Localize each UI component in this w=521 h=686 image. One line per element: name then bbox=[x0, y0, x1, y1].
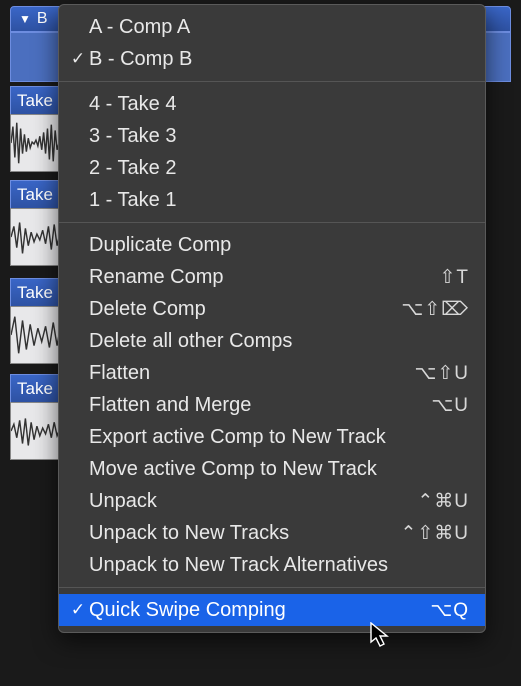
menu-item-label: Flatten bbox=[89, 362, 414, 385]
menu-item-comp-a[interactable]: A - Comp A bbox=[59, 11, 485, 43]
menu-item-unpack[interactable]: Unpack ⌃⌘U bbox=[59, 485, 485, 517]
take-region[interactable]: Take bbox=[10, 180, 60, 266]
menu-item-label: 3 - Take 3 bbox=[89, 125, 469, 148]
menu-item-take-4[interactable]: 4 - Take 4 bbox=[59, 88, 485, 120]
menu-item-label: Unpack to New Tracks bbox=[89, 522, 400, 545]
menu-item-comp-b[interactable]: ✓ B - Comp B bbox=[59, 43, 485, 75]
menu-item-delete-comp[interactable]: Delete Comp ⌥⇧⌦ bbox=[59, 293, 485, 325]
menu-item-duplicate-comp[interactable]: Duplicate Comp bbox=[59, 229, 485, 261]
menu-item-unpack-alt[interactable]: Unpack to New Track Alternatives bbox=[59, 549, 485, 581]
menu-item-move-comp[interactable]: Move active Comp to New Track bbox=[59, 453, 485, 485]
take-region[interactable]: Take bbox=[10, 278, 60, 364]
take-label: Take bbox=[10, 374, 60, 402]
menu-item-label: Export active Comp to New Track bbox=[89, 426, 469, 449]
menu-shortcut: ⌥Q bbox=[430, 599, 469, 622]
take-region[interactable]: Take bbox=[10, 86, 60, 172]
menu-item-rename-comp[interactable]: Rename Comp ⇧T bbox=[59, 261, 485, 293]
check-icon: ✓ bbox=[67, 49, 89, 69]
menu-item-label: Unpack to New Track Alternatives bbox=[89, 554, 469, 577]
take-folder-title: B bbox=[37, 10, 48, 28]
menu-separator bbox=[59, 587, 485, 588]
menu-item-export-comp[interactable]: Export active Comp to New Track bbox=[59, 421, 485, 453]
menu-shortcut: ⇧T bbox=[439, 266, 469, 289]
take-label: Take bbox=[10, 180, 60, 208]
menu-item-label: Unpack bbox=[89, 490, 417, 513]
menu-item-label: Delete Comp bbox=[89, 298, 401, 321]
take-region[interactable]: Take bbox=[10, 374, 60, 460]
menu-shortcut: ⌃⇧⌘U bbox=[400, 522, 469, 545]
waveform bbox=[10, 114, 60, 172]
menu-separator bbox=[59, 222, 485, 223]
menu-item-label: 1 - Take 1 bbox=[89, 189, 469, 212]
menu-shortcut: ⌥⇧U bbox=[414, 362, 469, 385]
take-folder-context-menu: A - Comp A ✓ B - Comp B 4 - Take 4 3 - T… bbox=[58, 4, 486, 633]
menu-item-label: A - Comp A bbox=[89, 16, 469, 39]
disclosure-triangle-icon[interactable]: ▼ bbox=[19, 12, 31, 26]
menu-item-label: Duplicate Comp bbox=[89, 234, 469, 257]
waveform bbox=[10, 208, 60, 266]
menu-shortcut: ⌃⌘U bbox=[417, 490, 469, 513]
menu-shortcut: ⌥⇧⌦ bbox=[401, 298, 469, 321]
menu-item-take-3[interactable]: 3 - Take 3 bbox=[59, 120, 485, 152]
menu-item-label: Rename Comp bbox=[89, 266, 439, 289]
menu-item-label: 4 - Take 4 bbox=[89, 93, 469, 116]
waveform bbox=[10, 306, 60, 364]
take-label: Take bbox=[10, 86, 60, 114]
menu-item-take-1[interactable]: 1 - Take 1 bbox=[59, 184, 485, 216]
menu-item-quick-swipe[interactable]: ✓ Quick Swipe Comping ⌥Q bbox=[59, 594, 485, 626]
menu-item-delete-other-comps[interactable]: Delete all other Comps bbox=[59, 325, 485, 357]
menu-item-label: 2 - Take 2 bbox=[89, 157, 469, 180]
menu-item-flatten-merge[interactable]: Flatten and Merge ⌥U bbox=[59, 389, 485, 421]
menu-separator bbox=[59, 81, 485, 82]
waveform bbox=[10, 402, 60, 460]
menu-item-label: Flatten and Merge bbox=[89, 394, 431, 417]
menu-item-label: Move active Comp to New Track bbox=[89, 458, 469, 481]
check-icon: ✓ bbox=[67, 600, 89, 620]
menu-item-unpack-new-tracks[interactable]: Unpack to New Tracks ⌃⇧⌘U bbox=[59, 517, 485, 549]
menu-item-flatten[interactable]: Flatten ⌥⇧U bbox=[59, 357, 485, 389]
menu-item-take-2[interactable]: 2 - Take 2 bbox=[59, 152, 485, 184]
menu-item-label: B - Comp B bbox=[89, 48, 469, 71]
menu-item-label: Quick Swipe Comping bbox=[89, 599, 430, 622]
menu-shortcut: ⌥U bbox=[431, 394, 469, 417]
menu-item-label: Delete all other Comps bbox=[89, 330, 469, 353]
take-label: Take bbox=[10, 278, 60, 306]
